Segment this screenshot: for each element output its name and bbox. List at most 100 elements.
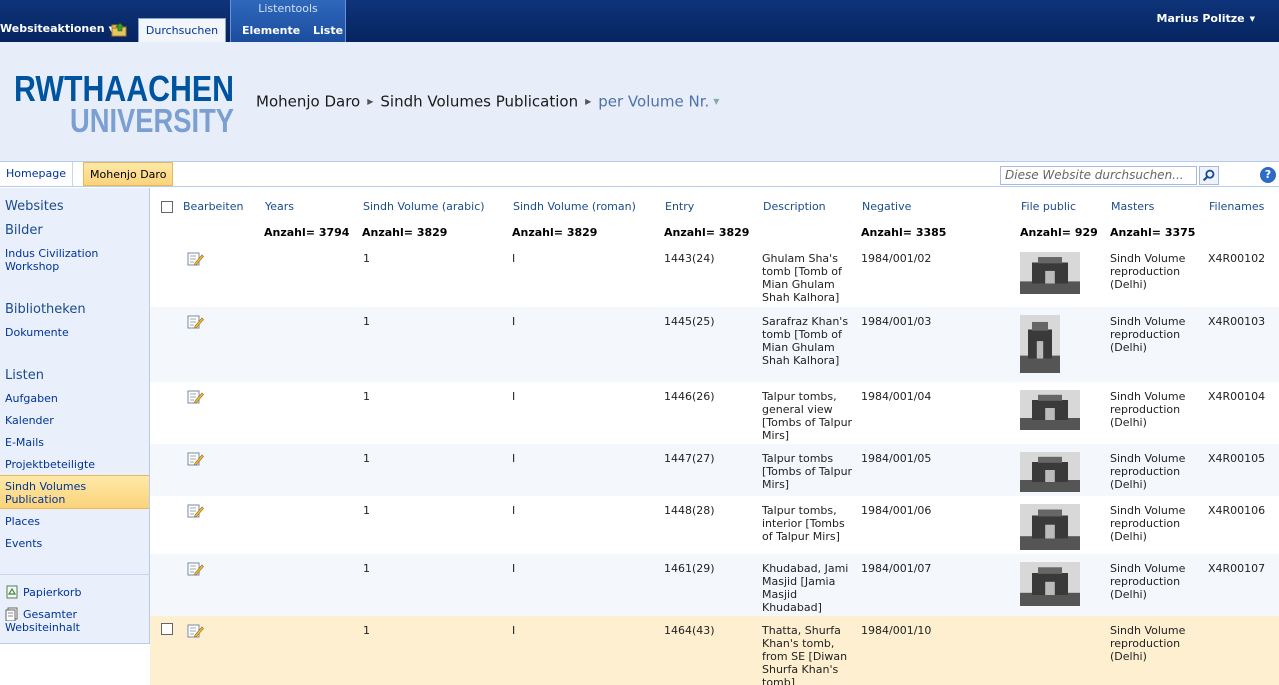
- site-actions-menu[interactable]: Websiteaktionen ▼: [0, 22, 114, 35]
- topnav-homepage[interactable]: Homepage: [0, 162, 73, 186]
- cell-masters: Sindh Volume reproduction (Delhi): [1110, 252, 1186, 291]
- cell-arabic: 1: [363, 504, 370, 517]
- cell-description: Thatta, Shurfa Khan's tomb, from SE [Diw…: [762, 624, 848, 685]
- edit-icon[interactable]: [187, 623, 204, 638]
- table-row[interactable]: 1 I 1461(29) Khudabad, Jami Masjid [Jamia M…: [150, 554, 1279, 616]
- col-header-edit[interactable]: Bearbeiten: [183, 200, 243, 213]
- quick-launch: Websites Bilder Indus Civilization Works…: [0, 188, 150, 685]
- col-header-description[interactable]: Description: [763, 200, 826, 213]
- agg-entry: Anzahl= 3829: [664, 226, 750, 239]
- cell-filename: X4R00107: [1208, 562, 1266, 575]
- cell-roman: I: [512, 504, 516, 517]
- logo-line2: UNIVERSITY: [70, 102, 234, 135]
- table-row[interactable]: 1 I 1443(24) Ghulam Sha's tomb [Tomb of Mia…: [150, 244, 1279, 307]
- nav-projektbeteiligte[interactable]: Projektbeteiligte: [5, 458, 145, 471]
- list-tools-title: Listentools: [258, 2, 318, 15]
- edit-icon[interactable]: [187, 503, 204, 518]
- cell-roman: I: [512, 390, 516, 403]
- col-header-file-public[interactable]: File public: [1021, 200, 1076, 213]
- cell-arabic: 1: [363, 562, 370, 575]
- select-all-checkbox[interactable]: [161, 201, 173, 213]
- tomb-photo[interactable]: [1020, 252, 1080, 294]
- nav-all-content[interactable]: Gesamter Websiteinhalt: [5, 607, 145, 634]
- edit-icon[interactable]: [187, 251, 204, 266]
- search-input[interactable]: Diese Website durchsuchen...: [1000, 166, 1197, 185]
- edit-icon[interactable]: [187, 451, 204, 466]
- tab-list[interactable]: Liste: [313, 24, 343, 37]
- agg-roman: Anzahl= 3829: [512, 226, 598, 239]
- interior-photo[interactable]: [1020, 504, 1080, 550]
- col-header-entry[interactable]: Entry: [665, 200, 694, 213]
- cell-description: Ghulam Sha's tomb [Tomb of Mian Ghulam S…: [762, 252, 842, 304]
- col-header-years[interactable]: Years: [265, 200, 294, 213]
- list-view: Bearbeiten Years Sindh Volume (arabic) S…: [150, 188, 1279, 685]
- edit-icon[interactable]: [187, 314, 204, 329]
- cell-filename: X4R00102: [1208, 252, 1266, 265]
- breadcrumb: Mohenjo Daro ▶ Sindh Volumes Publication ▶ p…: [256, 92, 719, 111]
- dome-photo[interactable]: [1020, 315, 1060, 373]
- tab-items[interactable]: Elemente: [242, 24, 300, 37]
- nav-sindh-volumes[interactable]: Sindh Volumes Publication: [5, 480, 145, 506]
- cell-negative: 1984/001/04: [861, 390, 932, 403]
- col-header-arabic[interactable]: Sindh Volume (arabic): [363, 200, 485, 213]
- nav-emails[interactable]: E-Mails: [5, 436, 145, 449]
- cell-roman: I: [512, 252, 516, 265]
- chevron-down-icon: ▼: [713, 97, 720, 107]
- view-selector[interactable]: per Volume Nr. ▼: [598, 92, 720, 111]
- cell-entry: 1445(25): [664, 315, 715, 328]
- rwth-logo[interactable]: RWTHAACHEN UNIVERSITY: [14, 69, 236, 135]
- cell-roman: I: [512, 624, 516, 637]
- table-row[interactable]: 1 I 1464(43) Thatta, Shurfa Khan's tomb, fr…: [150, 616, 1279, 685]
- col-header-masters[interactable]: Masters: [1111, 200, 1154, 213]
- cell-filename: X4R00104: [1208, 390, 1266, 403]
- building-photo[interactable]: [1020, 452, 1080, 492]
- user-menu[interactable]: Marius Politze ▼: [1157, 12, 1255, 25]
- nav-listen[interactable]: Listen: [5, 368, 44, 383]
- table-row[interactable]: 1 I 1445(25) Sarafraz Khan's tomb [Tomb of …: [150, 307, 1279, 382]
- edit-icon[interactable]: [187, 389, 204, 404]
- help-icon[interactable]: ?: [1260, 167, 1276, 183]
- cell-masters: Sindh Volume reproduction (Delhi): [1110, 452, 1186, 491]
- col-header-roman[interactable]: Sindh Volume (roman): [513, 200, 636, 213]
- col-header-negative[interactable]: Negative: [862, 200, 911, 213]
- agg-negative: Anzahl= 3385: [861, 226, 947, 239]
- mosque-photo[interactable]: [1020, 562, 1080, 606]
- col-header-filenames[interactable]: Filenames: [1209, 200, 1264, 213]
- cell-masters: Sindh Volume reproduction (Delhi): [1110, 562, 1186, 601]
- nav-websites[interactable]: Websites: [5, 199, 64, 214]
- table-row[interactable]: 1 I 1448(28) Talpur tombs, interior [Tombs …: [150, 496, 1279, 554]
- search-icon[interactable]: [1199, 166, 1219, 185]
- cell-roman: I: [512, 452, 516, 465]
- top-navigation: Homepage Mohenjo Daro Diese Website durc…: [0, 162, 1279, 187]
- table-row[interactable]: 1 I 1447(27) Talpur tombs [Tombs of Talpur …: [150, 444, 1279, 496]
- tab-browse[interactable]: Durchsuchen: [138, 18, 226, 42]
- nav-places[interactable]: Places: [5, 515, 145, 528]
- chevron-right-icon: ▶: [585, 97, 592, 106]
- cell-entry: 1443(24): [664, 252, 715, 265]
- nav-bibliotheken[interactable]: Bibliotheken: [5, 302, 86, 317]
- cell-filename: X4R00103: [1208, 315, 1266, 328]
- nav-bilder[interactable]: Bilder: [5, 223, 43, 238]
- cell-arabic: 1: [363, 252, 370, 265]
- breadcrumb-site[interactable]: Mohenjo Daro: [256, 93, 360, 111]
- table-row[interactable]: 1 I 1446(26) Talpur tombs, general view [To…: [150, 382, 1279, 444]
- ribbon: Websiteaktionen ▼ Durchsuchen Listentools…: [0, 0, 1279, 42]
- edit-icon[interactable]: [187, 561, 204, 576]
- navigate-up-icon[interactable]: [111, 21, 128, 37]
- nav-kalender[interactable]: Kalender: [5, 414, 145, 427]
- nav-indus-workshop[interactable]: Indus Civilization Workshop: [5, 247, 145, 273]
- nav-dokumente[interactable]: Dokumente: [5, 326, 145, 339]
- landscape-photo[interactable]: [1020, 390, 1080, 430]
- view-name: per Volume Nr.: [598, 92, 710, 111]
- nav-recycle-bin[interactable]: Papierkorb: [5, 585, 145, 599]
- row-checkbox[interactable]: [161, 623, 173, 635]
- cell-roman: I: [512, 562, 516, 575]
- nav-aufgaben[interactable]: Aufgaben: [5, 392, 145, 405]
- nav-events[interactable]: Events: [5, 537, 145, 550]
- cell-negative: 1984/001/10: [861, 624, 932, 637]
- cell-negative: 1984/001/07: [861, 562, 932, 575]
- recycle-bin-icon: [6, 585, 18, 599]
- breadcrumb-list[interactable]: Sindh Volumes Publication: [380, 93, 578, 111]
- topnav-mohenjo-daro[interactable]: Mohenjo Daro: [83, 162, 174, 186]
- site-header: RWTHAACHEN UNIVERSITY Mohenjo Daro ▶ Sindh…: [0, 42, 1279, 162]
